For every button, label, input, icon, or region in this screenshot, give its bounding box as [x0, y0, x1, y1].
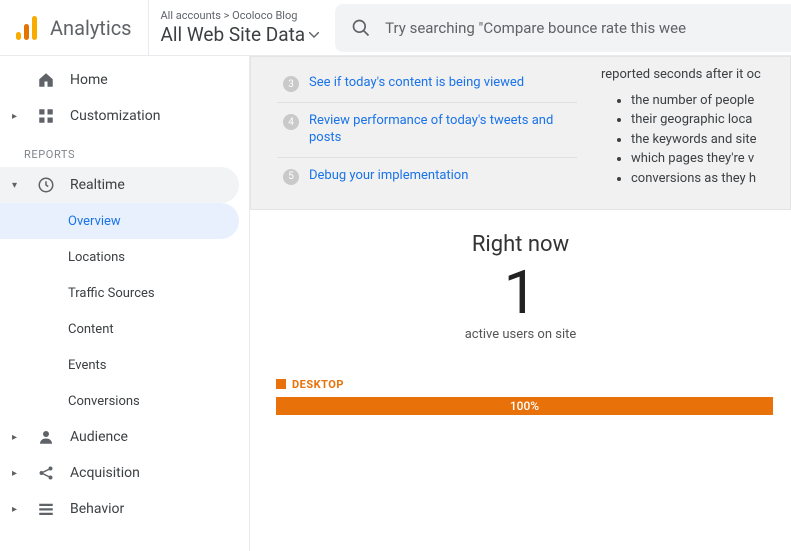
rightnow-subtitle: active users on site	[290, 327, 751, 342]
dashboard-icon	[34, 107, 58, 125]
sidebar: Home ▸ Customization REPORTS ▾ Realtime …	[0, 56, 250, 551]
home-icon	[34, 71, 58, 89]
rightnow-title: Right now	[290, 232, 751, 257]
search-icon	[351, 18, 371, 38]
chevron-down-icon	[309, 32, 319, 38]
device-bar: 100%	[276, 397, 773, 415]
task-item[interactable]: 5Debug your implementation	[277, 157, 577, 195]
task-num: 5	[283, 169, 299, 185]
nav-rt-traffic[interactable]: Traffic Sources	[0, 275, 249, 311]
search-input[interactable]: Try searching "Compare bounce rate this …	[335, 4, 791, 52]
section-reports: REPORTS	[0, 134, 249, 167]
nav-rt-overview[interactable]: Overview	[0, 203, 239, 239]
person-icon	[34, 428, 58, 446]
clock-icon	[34, 176, 58, 194]
logo[interactable]: Analytics	[0, 16, 148, 40]
task-num: 3	[283, 76, 299, 92]
analytics-logo-icon	[16, 16, 38, 40]
property-selector[interactable]: All accounts > Ocoloco Blog All Web Site…	[148, 0, 320, 55]
nav-rt-conversions[interactable]: Conversions	[0, 383, 249, 419]
nav-rt-content[interactable]: Content	[0, 311, 249, 347]
task-item[interactable]: 3See if today's content is being viewed	[277, 65, 577, 102]
nav-behavior[interactable]: ▸ Behavior	[0, 491, 249, 527]
brand-text: Analytics	[50, 16, 132, 40]
nav-customization[interactable]: ▸ Customization	[0, 98, 249, 134]
content-area: 3See if today's content is being viewed …	[250, 56, 791, 551]
task-list: 3See if today's content is being viewed …	[277, 57, 577, 209]
nav-audience[interactable]: ▸ Audience	[0, 419, 249, 455]
rightnow-widget: Right now 1 active users on site	[250, 210, 791, 352]
breadcrumb: All accounts > Ocoloco Blog	[161, 9, 320, 22]
task-num: 4	[283, 114, 299, 130]
rightnow-count: 1	[290, 263, 751, 323]
share-icon	[34, 464, 58, 482]
overview-panel: 3See if today's content is being viewed …	[250, 56, 791, 210]
swatch-icon	[276, 379, 286, 389]
task-item[interactable]: 4Review performance of today's tweets an…	[277, 102, 577, 157]
dataset-name: All Web Site Data	[161, 23, 306, 46]
list-icon	[34, 500, 58, 518]
nav-home[interactable]: Home	[0, 62, 249, 98]
nav-acquisition[interactable]: ▸ Acquisition	[0, 455, 249, 491]
search-placeholder: Try searching "Compare bounce rate this …	[385, 19, 686, 37]
nav-realtime[interactable]: ▾ Realtime	[0, 167, 239, 203]
nav-rt-locations[interactable]: Locations	[0, 239, 249, 275]
device-legend: DESKTOP	[250, 352, 791, 397]
description-text: reported seconds after it oc the number …	[597, 57, 790, 209]
nav-rt-events[interactable]: Events	[0, 347, 249, 383]
